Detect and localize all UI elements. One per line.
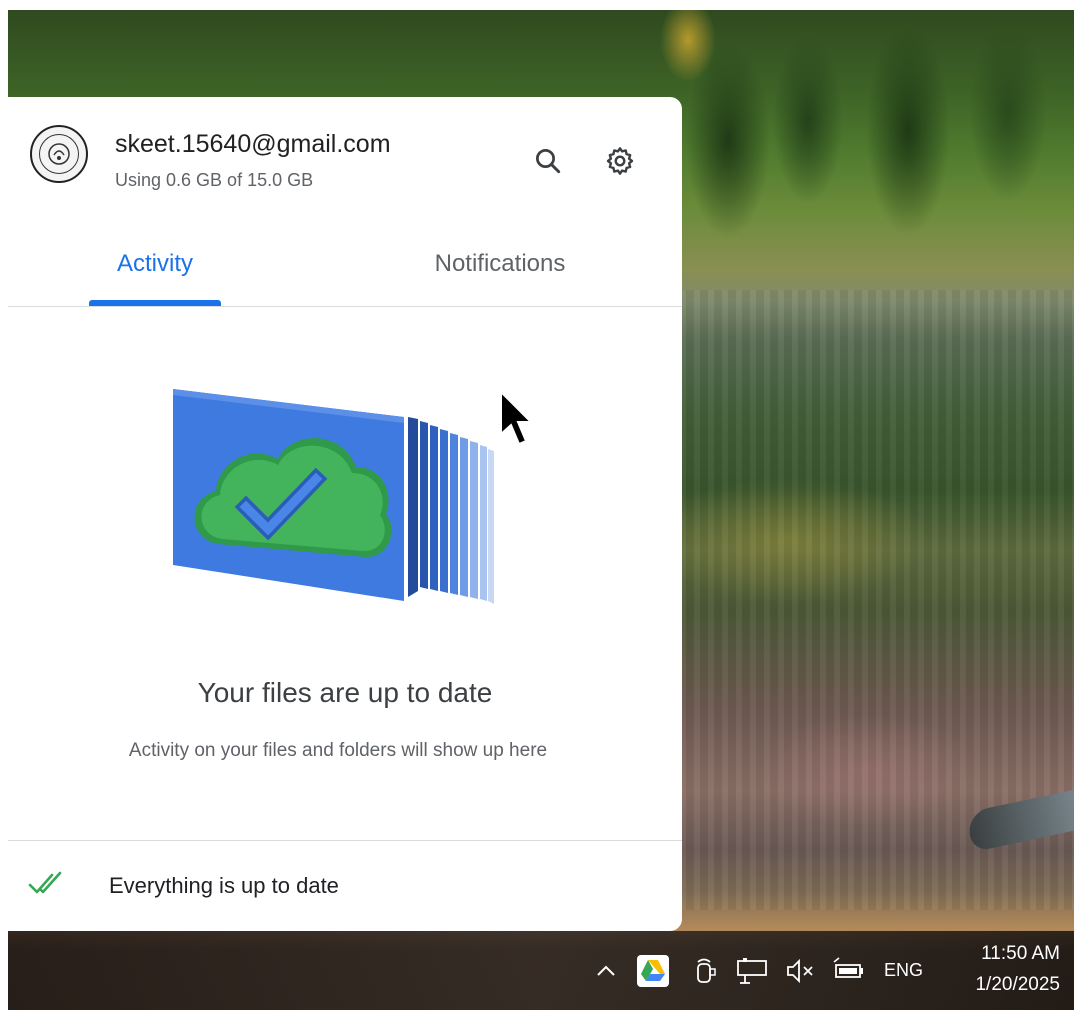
clock-date: 1/20/2025	[975, 974, 1060, 995]
battery-tray-button[interactable]	[830, 931, 866, 1010]
tab-notifications-label: Notifications	[434, 250, 566, 277]
gear-icon	[606, 147, 634, 175]
windows-taskbar: ENG 11:50 AM 1/20/2025	[8, 931, 1074, 1010]
avatar-emblem-icon	[39, 134, 79, 174]
meet-now-tray-button[interactable]	[692, 931, 718, 1010]
tab-bar: Activity Notifications	[8, 222, 682, 307]
drive-activity-panel: skeet.15640@gmail.com Using 0.6 GB of 15…	[8, 97, 682, 931]
tab-activity[interactable]: Activity	[70, 222, 240, 306]
folder-stack-layers	[408, 417, 494, 604]
search-button[interactable]	[528, 141, 568, 181]
tab-notifications[interactable]: Notifications	[400, 222, 600, 306]
sync-status-footer: Everything is up to date	[8, 840, 682, 931]
clock-time: 11:50 AM	[981, 943, 1060, 964]
empty-state-subtitle: Activity on your files and folders will …	[128, 740, 548, 761]
cloud-sync-illustration	[173, 389, 494, 604]
volume-muted-icon	[787, 958, 813, 983]
double-check-icon	[28, 871, 62, 894]
show-hidden-icons-button[interactable]	[594, 931, 618, 1010]
language-label: ENG	[884, 960, 924, 980]
search-icon	[536, 149, 561, 174]
tab-selected-indicator	[89, 300, 221, 306]
avatar[interactable]	[30, 125, 88, 183]
storage-usage: Using 0.6 GB of 15.0 GB	[115, 170, 314, 190]
taskbar-clock[interactable]: 11:50 AM 1/20/2025	[975, 939, 1060, 1001]
battery-icon	[833, 956, 863, 978]
volume-tray-button[interactable]	[785, 931, 819, 1010]
sync-status-text: Everything is up to date	[109, 873, 339, 898]
webcam-icon	[697, 958, 716, 983]
chevron-up-icon	[597, 965, 615, 976]
google-drive-icon	[637, 954, 669, 987]
network-tray-button[interactable]	[735, 931, 769, 1010]
google-drive-tray-button[interactable]	[636, 931, 670, 1010]
mouse-cursor-icon	[500, 390, 532, 446]
settings-button[interactable]	[600, 141, 640, 181]
tab-activity-label: Activity	[116, 250, 193, 277]
account-header: skeet.15640@gmail.com Using 0.6 GB of 15…	[8, 97, 682, 217]
language-indicator[interactable]: ENG	[884, 931, 923, 1010]
network-icon	[737, 957, 767, 984]
empty-state-title: Your files are up to date	[197, 677, 493, 708]
account-email: skeet.15640@gmail.com	[115, 130, 391, 158]
